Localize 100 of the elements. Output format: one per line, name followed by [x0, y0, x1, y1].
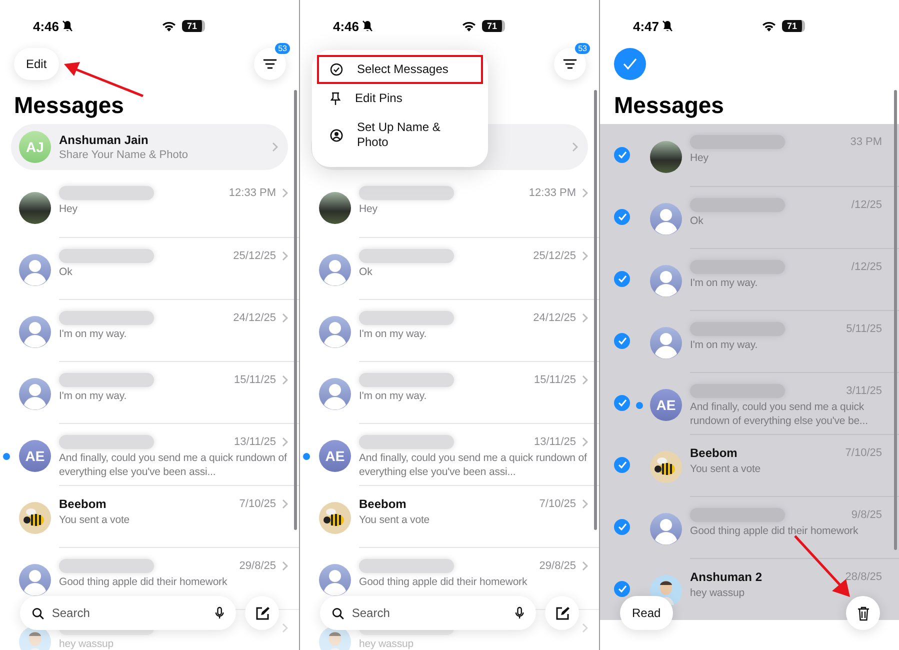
chevron-icon	[282, 623, 288, 633]
row-checkbox[interactable]	[614, 457, 630, 473]
chevron-icon	[282, 437, 288, 447]
page-title: Messages	[614, 92, 725, 118]
bell-slash-icon	[362, 20, 374, 32]
message-preview: I'm on my way.	[690, 338, 759, 352]
person-circle-icon	[330, 128, 343, 142]
message-time: 24/12/25	[233, 312, 276, 324]
checkmark-icon	[623, 58, 637, 70]
message-preview: And finally, could you send me a quick rundown of everything else you've be...	[690, 400, 869, 428]
person-avatar	[19, 254, 51, 286]
chevron-icon	[582, 561, 588, 571]
chevron-icon	[282, 499, 288, 509]
unread-count-badge: 53	[575, 43, 590, 54]
filter-icon	[263, 59, 277, 69]
chevron-icon	[282, 375, 288, 385]
search-icon	[32, 606, 44, 620]
row-checkbox[interactable]	[614, 395, 630, 411]
message-preview: You sent a vote	[359, 513, 431, 527]
message-time: 12:33 PM	[528, 187, 576, 199]
chevron-icon	[582, 623, 588, 633]
message-time: 29/8/25	[239, 560, 276, 572]
chevron-icon	[582, 375, 588, 385]
person-avatar	[650, 265, 682, 297]
message-preview: hey wassup	[59, 637, 114, 650]
message-preview: I'm on my way.	[359, 327, 428, 341]
select-all-button[interactable]	[614, 48, 646, 80]
status-time: 4:47	[633, 18, 660, 34]
search-field[interactable]: Search	[50, 605, 209, 621]
message-time: /12/25	[851, 261, 882, 273]
chevron-icon	[282, 188, 288, 198]
status-time: 4:46	[333, 18, 360, 34]
photo-placeholder	[19, 192, 51, 224]
message-preview: Ok	[690, 214, 704, 228]
compose-icon	[254, 606, 270, 620]
message-time: 12:33 PM	[228, 187, 276, 199]
message-time: 7/10/25	[845, 447, 882, 459]
contact-name: Beebom	[690, 446, 738, 460]
message-time: 7/10/25	[539, 498, 576, 510]
message-time: 33 PM	[850, 136, 882, 148]
initials-avatar: AE	[19, 440, 51, 472]
message-time: 13/11/25	[534, 436, 576, 448]
message-time: 3/11/25	[846, 385, 882, 397]
menu-item[interactable]: Select Messages	[317, 55, 483, 84]
row-checkbox[interactable]	[614, 147, 630, 163]
filter-icon	[563, 59, 577, 69]
message-time: 28/8/25	[845, 571, 882, 583]
person-avatar	[19, 316, 51, 348]
chevron-icon	[582, 499, 588, 509]
bee-avatar-drawing	[319, 502, 351, 534]
bell-slash-icon	[662, 20, 674, 32]
message-preview: Ok	[59, 265, 74, 279]
checkmark-icon	[618, 399, 626, 407]
message-time: 24/12/25	[533, 312, 576, 324]
message-preview: You sent a vote	[59, 513, 131, 527]
search-icon	[332, 606, 344, 620]
message-preview: Ok	[359, 265, 374, 279]
message-time: /12/25	[851, 199, 882, 211]
checkmark-icon	[618, 337, 626, 345]
unread-count-badge: 53	[275, 43, 290, 54]
microphone-icon	[214, 606, 224, 620]
battery-indicator: 71	[482, 20, 505, 32]
checkmark-icon	[618, 151, 626, 159]
row-checkbox[interactable]	[614, 271, 630, 287]
contact-name: Beebom	[59, 497, 108, 511]
wifi-icon	[462, 20, 476, 32]
battery-indicator: 71	[182, 20, 205, 32]
person-avatar	[19, 378, 51, 410]
checkmark-icon	[618, 523, 626, 531]
message-time: 29/8/25	[539, 560, 576, 572]
initials-avatar: AJ	[19, 131, 51, 163]
message-preview: Good thing apple did their homework	[359, 575, 528, 589]
menu-item[interactable]: Set Up Name & Photo	[317, 113, 483, 157]
message-time: 5/11/25	[846, 323, 882, 335]
search-field[interactable]: Search	[350, 605, 509, 621]
chevron-icon	[282, 251, 288, 261]
initials-avatar: AE	[319, 440, 351, 472]
message-preview: Hey	[690, 151, 710, 165]
message-preview: hey wassup	[690, 586, 746, 600]
row-checkbox[interactable]	[614, 581, 630, 597]
message-time: 15/11/25	[234, 374, 276, 386]
message-preview: Hey	[359, 202, 378, 216]
wifi-icon	[762, 20, 776, 32]
compose-icon	[554, 606, 570, 620]
edit-button[interactable]: Edit	[14, 48, 59, 80]
chevron-icon	[272, 142, 278, 152]
battery-indicator: 71	[782, 20, 805, 32]
row-checkbox[interactable]	[614, 519, 630, 535]
menu-item[interactable]: Edit Pins	[317, 84, 483, 113]
message-preview: I'm on my way.	[59, 327, 128, 341]
row-checkbox[interactable]	[614, 209, 630, 225]
message-time: 15/11/25	[534, 374, 576, 386]
message-preview: Good thing apple did their homework	[690, 524, 860, 538]
profile-name: Anshuman Jain	[59, 133, 150, 147]
checkmark-icon	[618, 213, 626, 221]
chevron-icon	[282, 561, 288, 571]
message-preview: You sent a vote	[690, 462, 762, 476]
profile-card[interactable]: AJ Anshuman Jain Share Your Name & Photo	[11, 124, 288, 170]
checkmark-icon	[618, 585, 626, 593]
row-checkbox[interactable]	[614, 333, 630, 349]
